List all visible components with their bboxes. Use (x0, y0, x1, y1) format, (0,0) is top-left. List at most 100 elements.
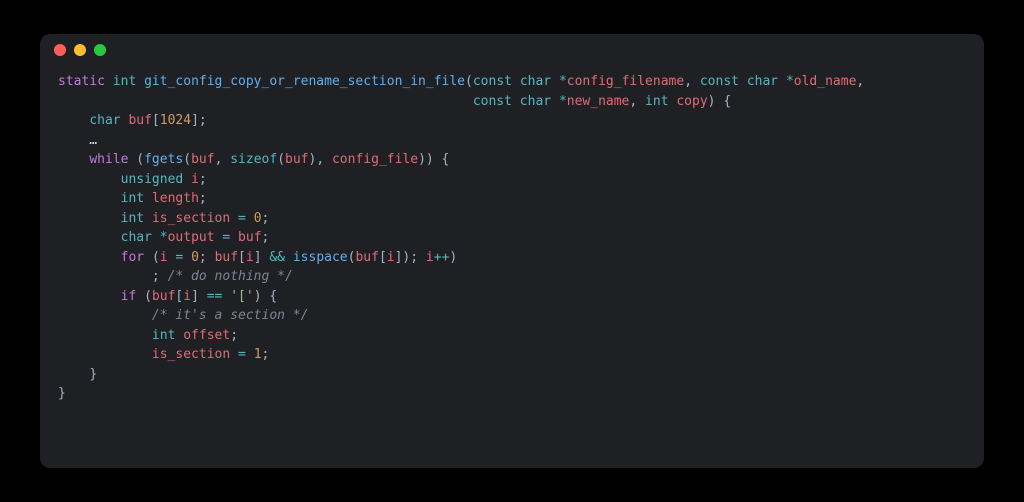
token: 1024 (160, 113, 191, 128)
token (285, 250, 293, 265)
token: output (168, 230, 215, 245)
code-line: } (58, 365, 966, 385)
token: … (58, 133, 97, 148)
token: '[' (230, 289, 253, 304)
token: , (856, 74, 864, 89)
token (58, 367, 89, 382)
token: git_config_copy_or_rename_section_in_fil… (144, 74, 465, 89)
token: ++ (434, 250, 450, 265)
code-line: char buf[1024]; (58, 111, 966, 131)
token: ] (191, 289, 207, 304)
code-line: while (fgets(buf, sizeof(buf), config_fi… (58, 150, 966, 170)
token: is_section (152, 347, 230, 362)
token: char (121, 230, 152, 245)
token: buf (191, 152, 214, 167)
code-line: int is_section = 0; (58, 209, 966, 229)
token: char (89, 113, 120, 128)
token: buf (285, 152, 308, 167)
token: 0 (191, 250, 199, 265)
token (58, 172, 121, 187)
token: while (89, 152, 128, 167)
token: ( (152, 250, 160, 265)
token (144, 191, 152, 206)
token: ) { (254, 289, 277, 304)
code-area: static int git_config_copy_or_rename_sec… (40, 66, 984, 422)
code-line: for (i = 0; buf[i] && isspace(buf[i]); i… (58, 248, 966, 268)
token (144, 211, 152, 226)
token: char (520, 94, 551, 109)
token: ( (183, 152, 191, 167)
token: ; (262, 347, 270, 362)
token (58, 347, 152, 362)
token (58, 289, 121, 304)
token: if (121, 289, 137, 304)
token (58, 191, 121, 206)
token: [ (238, 250, 246, 265)
token: ] (254, 250, 270, 265)
token: fgets (144, 152, 183, 167)
token (58, 308, 152, 323)
token: , (215, 152, 231, 167)
token: buf (238, 230, 261, 245)
token: == (207, 289, 223, 304)
code-window: static int git_config_copy_or_rename_sec… (40, 34, 984, 468)
token: ) (449, 250, 457, 265)
token: ( (136, 152, 144, 167)
token (183, 172, 191, 187)
token: sizeof (230, 152, 277, 167)
token (778, 74, 786, 89)
token (136, 289, 144, 304)
code-line: const char *new_name, int copy) { (58, 92, 966, 112)
token: ; (262, 211, 270, 226)
token: int (121, 191, 144, 206)
token: ( (277, 152, 285, 167)
code-line: if (buf[i] == '[') { (58, 287, 966, 307)
token (230, 230, 238, 245)
token (230, 347, 238, 362)
token: copy (676, 94, 707, 109)
token: new_name (567, 94, 630, 109)
token: } (89, 367, 97, 382)
token: ( (465, 74, 473, 89)
token: * (559, 74, 567, 89)
token: is_section (152, 211, 230, 226)
token: ; (199, 172, 207, 187)
token: i (183, 289, 191, 304)
token: ; (230, 328, 238, 343)
maximize-icon[interactable] (94, 44, 106, 56)
token: int (645, 94, 668, 109)
token: length (152, 191, 199, 206)
token: config_file (332, 152, 418, 167)
token (512, 94, 520, 109)
token: 1 (254, 347, 262, 362)
code-line: static int git_config_copy_or_rename_sec… (58, 72, 966, 92)
token: int (152, 328, 175, 343)
code-line: char *output = buf; (58, 228, 966, 248)
token: ; (152, 269, 168, 284)
code-line: ; /* do nothing */ (58, 267, 966, 287)
token: ; (199, 250, 215, 265)
token: old_name (794, 74, 857, 89)
code-line: int offset; (58, 326, 966, 346)
code-line: int length; (58, 189, 966, 209)
close-icon[interactable] (54, 44, 66, 56)
token (58, 94, 473, 109)
token (246, 347, 254, 362)
token: ; (262, 230, 270, 245)
token (58, 328, 152, 343)
token: * (786, 74, 794, 89)
token (58, 211, 121, 226)
token: buf (152, 289, 175, 304)
token (105, 74, 113, 89)
token: ]); (395, 250, 426, 265)
token: static (58, 74, 105, 89)
token: ), (309, 152, 332, 167)
token: buf (128, 113, 151, 128)
token: i (246, 250, 254, 265)
token (136, 74, 144, 89)
minimize-icon[interactable] (74, 44, 86, 56)
token (230, 211, 238, 226)
code-line: /* it's a section */ (58, 306, 966, 326)
token: unsigned (121, 172, 184, 187)
token: buf (215, 250, 238, 265)
